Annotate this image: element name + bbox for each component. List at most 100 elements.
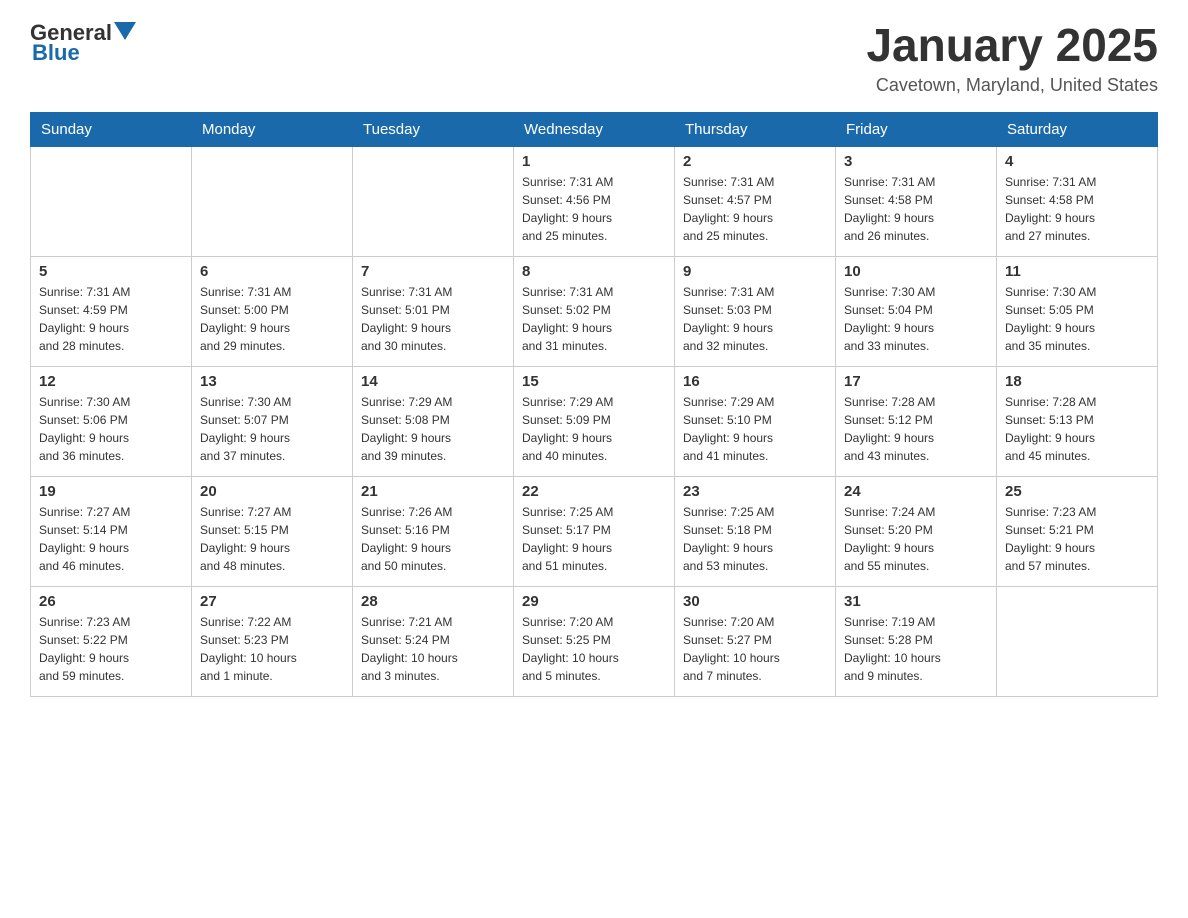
logo-blue-text: Blue [32, 40, 80, 66]
calendar-header-thursday: Thursday [675, 112, 836, 146]
day-number: 10 [844, 263, 988, 280]
day-number: 24 [844, 483, 988, 500]
day-info: Sunrise: 7:23 AM Sunset: 5:22 PM Dayligh… [39, 613, 183, 685]
title-block: January 2025 Cavetown, Maryland, United … [866, 20, 1158, 96]
day-info: Sunrise: 7:26 AM Sunset: 5:16 PM Dayligh… [361, 503, 505, 575]
day-number: 6 [200, 263, 344, 280]
day-number: 1 [522, 153, 666, 170]
day-info: Sunrise: 7:22 AM Sunset: 5:23 PM Dayligh… [200, 613, 344, 685]
day-number: 13 [200, 373, 344, 390]
day-number: 23 [683, 483, 827, 500]
day-number: 20 [200, 483, 344, 500]
calendar-cell: 10 Sunrise: 7:30 AM Sunset: 5:04 PM Dayli… [836, 256, 997, 366]
day-info: Sunrise: 7:31 AM Sunset: 4:58 PM Dayligh… [844, 173, 988, 245]
calendar-header-wednesday: Wednesday [514, 112, 675, 146]
day-number: 29 [522, 593, 666, 610]
calendar-cell: 13 Sunrise: 7:30 AM Sunset: 5:07 PM Dayli… [192, 366, 353, 476]
calendar-cell: 11 Sunrise: 7:30 AM Sunset: 5:05 PM Dayli… [997, 256, 1158, 366]
calendar-cell: 27 Sunrise: 7:22 AM Sunset: 5:23 PM Dayli… [192, 586, 353, 696]
calendar-week-row: 12 Sunrise: 7:30 AM Sunset: 5:06 PM Dayli… [31, 366, 1158, 476]
calendar-header-saturday: Saturday [997, 112, 1158, 146]
day-number: 8 [522, 263, 666, 280]
calendar-cell: 23Sunrise: 7:25 AM Sunset: 5:18 PM Dayli… [675, 476, 836, 586]
day-info: Sunrise: 7:20 AM Sunset: 5:27 PM Dayligh… [683, 613, 827, 685]
day-number: 16 [683, 373, 827, 390]
calendar-cell: 14Sunrise: 7:29 AM Sunset: 5:08 PM Dayli… [353, 366, 514, 476]
calendar-week-row: 1 Sunrise: 7:31 AM Sunset: 4:56 PM Daylig… [31, 146, 1158, 256]
day-number: 25 [1005, 483, 1149, 500]
day-number: 27 [200, 593, 344, 610]
day-info: Sunrise: 7:31 AM Sunset: 4:57 PM Dayligh… [683, 173, 827, 245]
day-info: Sunrise: 7:30 AM Sunset: 5:06 PM Dayligh… [39, 393, 183, 465]
day-info: Sunrise: 7:29 AM Sunset: 5:10 PM Dayligh… [683, 393, 827, 465]
calendar-cell: 24 Sunrise: 7:24 AM Sunset: 5:20 PM Dayli… [836, 476, 997, 586]
day-info: Sunrise: 7:19 AM Sunset: 5:28 PM Dayligh… [844, 613, 988, 685]
calendar-cell: 28 Sunrise: 7:21 AM Sunset: 5:24 PM Dayli… [353, 586, 514, 696]
day-number: 26 [39, 593, 183, 610]
day-info: Sunrise: 7:30 AM Sunset: 5:07 PM Dayligh… [200, 393, 344, 465]
calendar-cell [353, 146, 514, 256]
logo-triangle-icon [114, 22, 136, 44]
calendar-cell: 29 Sunrise: 7:20 AM Sunset: 5:25 PM Dayli… [514, 586, 675, 696]
calendar-week-row: 19Sunrise: 7:27 AM Sunset: 5:14 PM Dayli… [31, 476, 1158, 586]
day-number: 7 [361, 263, 505, 280]
calendar-header-monday: Monday [192, 112, 353, 146]
calendar-cell: 21 Sunrise: 7:26 AM Sunset: 5:16 PM Dayli… [353, 476, 514, 586]
day-number: 9 [683, 263, 827, 280]
day-number: 28 [361, 593, 505, 610]
day-number: 11 [1005, 263, 1149, 280]
logo: General Blue [30, 20, 136, 66]
calendar-week-row: 26 Sunrise: 7:23 AM Sunset: 5:22 PM Dayli… [31, 586, 1158, 696]
calendar-cell: 9 Sunrise: 7:31 AM Sunset: 5:03 PM Daylig… [675, 256, 836, 366]
day-number: 15 [522, 373, 666, 390]
calendar-header-tuesday: Tuesday [353, 112, 514, 146]
calendar-cell: 17Sunrise: 7:28 AM Sunset: 5:12 PM Dayli… [836, 366, 997, 476]
day-info: Sunrise: 7:31 AM Sunset: 4:58 PM Dayligh… [1005, 173, 1149, 245]
calendar-header-sunday: Sunday [31, 112, 192, 146]
day-info: Sunrise: 7:31 AM Sunset: 5:03 PM Dayligh… [683, 283, 827, 355]
calendar-cell: 15 Sunrise: 7:29 AM Sunset: 5:09 PM Dayli… [514, 366, 675, 476]
calendar-header-friday: Friday [836, 112, 997, 146]
day-number: 2 [683, 153, 827, 170]
calendar-cell: 4 Sunrise: 7:31 AM Sunset: 4:58 PM Daylig… [997, 146, 1158, 256]
day-number: 12 [39, 373, 183, 390]
day-info: Sunrise: 7:30 AM Sunset: 5:05 PM Dayligh… [1005, 283, 1149, 355]
day-info: Sunrise: 7:25 AM Sunset: 5:17 PM Dayligh… [522, 503, 666, 575]
day-info: Sunrise: 7:29 AM Sunset: 5:09 PM Dayligh… [522, 393, 666, 465]
day-number: 21 [361, 483, 505, 500]
calendar-cell: 16 Sunrise: 7:29 AM Sunset: 5:10 PM Dayli… [675, 366, 836, 476]
day-info: Sunrise: 7:20 AM Sunset: 5:25 PM Dayligh… [522, 613, 666, 685]
day-number: 3 [844, 153, 988, 170]
day-info: Sunrise: 7:29 AM Sunset: 5:08 PM Dayligh… [361, 393, 505, 465]
calendar-cell: 5 Sunrise: 7:31 AM Sunset: 4:59 PM Daylig… [31, 256, 192, 366]
day-info: Sunrise: 7:27 AM Sunset: 5:15 PM Dayligh… [200, 503, 344, 575]
day-number: 18 [1005, 373, 1149, 390]
calendar-cell [192, 146, 353, 256]
calendar-cell: 19Sunrise: 7:27 AM Sunset: 5:14 PM Dayli… [31, 476, 192, 586]
day-number: 17 [844, 373, 988, 390]
calendar-cell: 30Sunrise: 7:20 AM Sunset: 5:27 PM Dayli… [675, 586, 836, 696]
day-info: Sunrise: 7:28 AM Sunset: 5:13 PM Dayligh… [1005, 393, 1149, 465]
day-info: Sunrise: 7:30 AM Sunset: 5:04 PM Dayligh… [844, 283, 988, 355]
day-number: 4 [1005, 153, 1149, 170]
day-number: 22 [522, 483, 666, 500]
calendar-subtitle: Cavetown, Maryland, United States [866, 75, 1158, 96]
calendar-table: SundayMondayTuesdayWednesdayThursdayFrid… [30, 112, 1158, 697]
calendar-cell: 2 Sunrise: 7:31 AM Sunset: 4:57 PM Daylig… [675, 146, 836, 256]
day-info: Sunrise: 7:31 AM Sunset: 4:59 PM Dayligh… [39, 283, 183, 355]
day-info: Sunrise: 7:31 AM Sunset: 5:00 PM Dayligh… [200, 283, 344, 355]
day-info: Sunrise: 7:23 AM Sunset: 5:21 PM Dayligh… [1005, 503, 1149, 575]
calendar-cell: 8Sunrise: 7:31 AM Sunset: 5:02 PM Daylig… [514, 256, 675, 366]
calendar-header-row: SundayMondayTuesdayWednesdayThursdayFrid… [31, 112, 1158, 146]
day-info: Sunrise: 7:24 AM Sunset: 5:20 PM Dayligh… [844, 503, 988, 575]
calendar-cell: 3 Sunrise: 7:31 AM Sunset: 4:58 PM Daylig… [836, 146, 997, 256]
day-info: Sunrise: 7:27 AM Sunset: 5:14 PM Dayligh… [39, 503, 183, 575]
day-number: 31 [844, 593, 988, 610]
calendar-title: January 2025 [866, 20, 1158, 71]
calendar-cell: 18 Sunrise: 7:28 AM Sunset: 5:13 PM Dayli… [997, 366, 1158, 476]
calendar-cell: 6 Sunrise: 7:31 AM Sunset: 5:00 PM Daylig… [192, 256, 353, 366]
calendar-cell: 31 Sunrise: 7:19 AM Sunset: 5:28 PM Dayli… [836, 586, 997, 696]
day-info: Sunrise: 7:31 AM Sunset: 4:56 PM Dayligh… [522, 173, 666, 245]
day-number: 5 [39, 263, 183, 280]
day-info: Sunrise: 7:21 AM Sunset: 5:24 PM Dayligh… [361, 613, 505, 685]
